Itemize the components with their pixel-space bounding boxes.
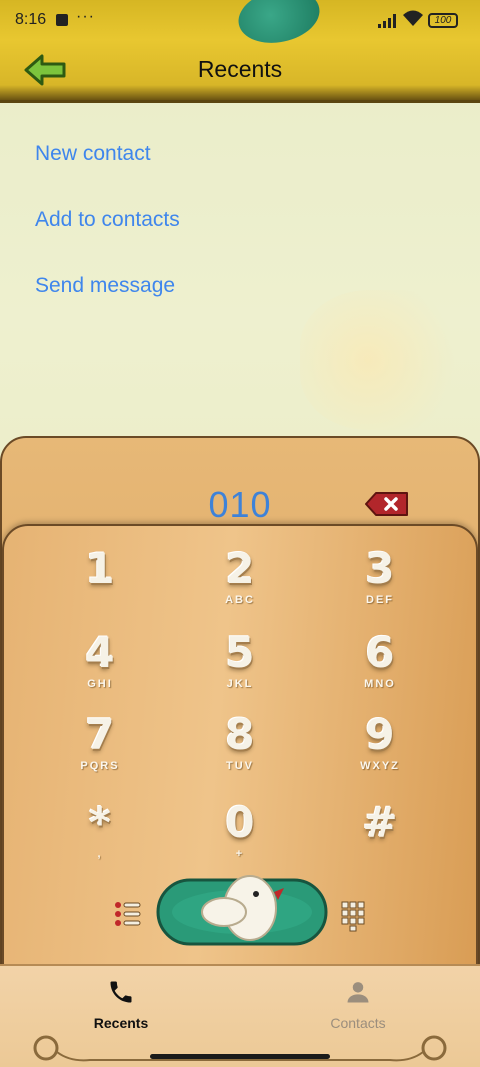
new-contact-link[interactable]: New contact [35, 140, 180, 206]
key-letters: DEF [366, 594, 394, 606]
page-title: Recents [197, 56, 283, 82]
key-letters: JKL [226, 678, 254, 690]
key-digit: 4 [85, 628, 115, 677]
tab-contacts-label: Contacts [330, 1015, 386, 1031]
bottom-nav: Recents Contacts [0, 964, 480, 1067]
add-to-contacts-link[interactable]: Add to contacts [35, 206, 180, 272]
key-letters: GHI [87, 678, 113, 690]
more-notifications-icon: ··· [76, 8, 95, 25]
person-icon [347, 982, 369, 1003]
key-digit: 5 [225, 628, 255, 677]
key-digit: 6 [365, 628, 395, 677]
leaf-decoration-icon [233, 0, 325, 50]
key-letters: , [97, 848, 103, 860]
key-digit: * [89, 798, 111, 847]
status-time: 8:16 [15, 11, 47, 28]
decorative-rail [30, 1032, 450, 1064]
key-2[interactable]: 2 ABC [195, 546, 285, 616]
battery-icon: 100 [428, 13, 458, 28]
key-0[interactable]: 0 + [195, 800, 285, 870]
home-indicator[interactable] [150, 1054, 330, 1059]
key-5[interactable]: 5 JKL [195, 630, 285, 700]
key-letters: WXYZ [360, 760, 400, 772]
key-star[interactable]: * , [55, 800, 145, 870]
key-digit: 2 [225, 544, 255, 593]
key-3[interactable]: 3 DEF [335, 546, 425, 616]
top-bar: 8:16 ··· 100 Recents [0, 0, 480, 103]
key-digit: 9 [365, 710, 395, 759]
wifi-icon [402, 9, 424, 27]
signal-icon [378, 14, 400, 28]
key-digit: # [362, 798, 398, 847]
key-8[interactable]: 8 TUV [195, 712, 285, 782]
key-letters: PQRS [80, 760, 120, 772]
send-message-link[interactable]: Send message [35, 272, 180, 338]
notification-icon [56, 14, 68, 26]
key-digit: 1 [85, 544, 115, 593]
action-list: New contact Add to contacts Send message [35, 140, 180, 338]
key-digit: 0 [225, 798, 255, 847]
key-7[interactable]: 7 PQRS [55, 712, 145, 782]
call-button[interactable] [156, 872, 328, 948]
key-4[interactable]: 4 GHI [55, 630, 145, 700]
delete-backspace-icon[interactable] [364, 490, 410, 518]
key-1[interactable]: 1 [55, 546, 145, 616]
tab-contacts[interactable]: Contacts [298, 978, 418, 1031]
key-digit: 3 [365, 544, 395, 593]
status-bar: 8:16 ··· 100 [0, 0, 480, 50]
list-menu-icon[interactable] [112, 900, 142, 928]
key-letters: + [235, 848, 245, 860]
dialpad-toggle-icon[interactable] [340, 900, 366, 932]
background-decoration [300, 290, 470, 430]
tab-recents[interactable]: Recents [61, 978, 181, 1031]
key-hash[interactable]: # [335, 800, 425, 870]
key-letters: TUV [226, 760, 254, 772]
phone-icon [110, 981, 132, 1003]
key-digit: 7 [85, 710, 115, 759]
key-letters: MNO [364, 678, 396, 690]
key-6[interactable]: 6 MNO [335, 630, 425, 700]
tab-recents-label: Recents [93, 1015, 149, 1031]
key-digit: 8 [225, 710, 255, 759]
key-9[interactable]: 9 WXYZ [335, 712, 425, 782]
key-letters: ABC [225, 594, 255, 606]
